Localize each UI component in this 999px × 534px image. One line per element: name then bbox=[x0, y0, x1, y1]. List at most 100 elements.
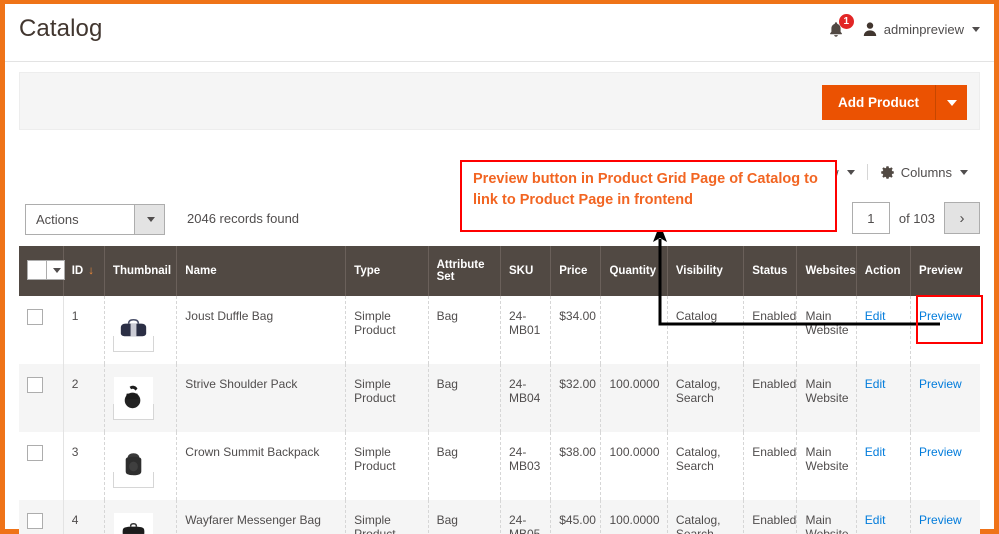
cell-quantity: 100.0000 bbox=[600, 432, 668, 500]
gear-icon bbox=[880, 165, 895, 180]
table-row: 1 Joust Duffle Bag Simple Product Bag 24… bbox=[19, 296, 980, 364]
cell-price: $32.00 bbox=[550, 364, 602, 432]
column-header-websites[interactable]: Websites bbox=[796, 246, 857, 296]
table-row: 2 Strive Shoulder Pack Simple Product Ba… bbox=[19, 364, 980, 432]
cell-type: Simple Product bbox=[345, 364, 429, 432]
page-number-input[interactable] bbox=[851, 202, 890, 234]
cell-preview[interactable]: Preview bbox=[910, 364, 980, 432]
cell-visibility: Catalog, Search bbox=[667, 364, 745, 432]
cell-sku: 24-MB04 bbox=[500, 364, 552, 432]
chevron-down-icon bbox=[972, 26, 980, 32]
actions-dropdown[interactable]: Actions bbox=[25, 204, 165, 235]
row-checkbox[interactable] bbox=[27, 377, 43, 393]
column-header-quantity[interactable]: Quantity bbox=[600, 246, 668, 296]
edit-link[interactable]: Edit bbox=[865, 377, 886, 391]
column-header-id[interactable]: ID ↓ bbox=[63, 246, 105, 296]
cell-id: 2 bbox=[63, 364, 105, 432]
cell-name: Crown Summit Backpack bbox=[176, 432, 347, 500]
edit-link[interactable]: Edit bbox=[865, 445, 886, 459]
preview-link[interactable]: Preview bbox=[919, 513, 962, 527]
preview-link[interactable]: Preview bbox=[919, 377, 962, 391]
row-checkbox[interactable] bbox=[27, 513, 43, 529]
cell-visibility: Catalog, Search bbox=[667, 432, 745, 500]
columns-label: Columns bbox=[900, 164, 952, 180]
cell-visibility: Catalog bbox=[667, 296, 745, 364]
cell-thumbnail bbox=[104, 296, 178, 364]
column-header-checkbox[interactable] bbox=[19, 246, 65, 296]
column-header-type[interactable]: Type bbox=[345, 246, 429, 296]
select-all-checkbox[interactable] bbox=[28, 261, 46, 279]
preview-link[interactable]: Preview bbox=[919, 445, 962, 459]
cell-id: 3 bbox=[63, 432, 105, 500]
row-checkbox[interactable] bbox=[27, 309, 43, 325]
chevron-down-icon bbox=[846, 169, 855, 175]
column-header-thumbnail[interactable]: Thumbnail bbox=[104, 246, 178, 296]
column-header-status[interactable]: Status bbox=[743, 246, 798, 296]
chevron-down-icon bbox=[946, 99, 957, 106]
user-name-label: adminpreview bbox=[883, 21, 964, 37]
row-checkbox-cell[interactable] bbox=[19, 432, 64, 500]
cell-action[interactable]: Edit bbox=[856, 296, 912, 364]
column-header-price[interactable]: Price bbox=[550, 246, 602, 296]
cell-status: Enabled bbox=[743, 296, 798, 364]
actions-dropdown-toggle[interactable] bbox=[134, 205, 164, 234]
cell-websites: Main Website bbox=[796, 432, 857, 500]
cell-preview[interactable]: Preview bbox=[910, 432, 980, 500]
select-all-toggle[interactable] bbox=[46, 261, 64, 279]
edit-link[interactable]: Edit bbox=[865, 513, 886, 527]
cell-preview[interactable]: Preview bbox=[910, 500, 980, 534]
select-all-dropdown[interactable] bbox=[27, 260, 65, 280]
cell-websites: Main Website bbox=[796, 296, 857, 364]
add-product-dropdown-toggle[interactable] bbox=[936, 85, 967, 120]
cell-action[interactable]: Edit bbox=[856, 432, 912, 500]
row-checkbox[interactable] bbox=[27, 445, 43, 461]
user-menu[interactable]: adminpreview bbox=[862, 21, 980, 37]
cell-sku: 24-MB05 bbox=[500, 500, 552, 534]
column-header-preview[interactable]: Preview bbox=[910, 246, 980, 296]
cell-thumbnail bbox=[104, 364, 178, 432]
cell-quantity: 100.0000 bbox=[600, 364, 668, 432]
cell-name: Strive Shoulder Pack bbox=[176, 364, 347, 432]
cell-id: 1 bbox=[63, 296, 105, 364]
column-header-action[interactable]: Action bbox=[856, 246, 912, 296]
annotation-callout: Preview button in Product Grid Page of C… bbox=[460, 160, 837, 232]
column-header-visibility[interactable]: Visibility bbox=[667, 246, 745, 296]
page-actions-bar: Add Product bbox=[19, 72, 980, 130]
notifications-button[interactable]: 1 bbox=[826, 14, 854, 40]
edit-link[interactable]: Edit bbox=[865, 309, 886, 323]
sort-descending-icon: ↓ bbox=[88, 265, 94, 277]
user-avatar-icon bbox=[862, 21, 878, 37]
total-pages-label: of 103 bbox=[898, 210, 935, 226]
cell-status: Enabled bbox=[743, 432, 798, 500]
records-found-label: 2046 records found bbox=[187, 211, 300, 226]
row-checkbox-cell[interactable] bbox=[19, 296, 64, 364]
columns-dropdown[interactable]: Columns bbox=[868, 165, 980, 180]
cell-type: Simple Product bbox=[345, 432, 429, 500]
notification-count-badge: 1 bbox=[838, 14, 854, 29]
admin-header: Catalog 1 adminpreview bbox=[5, 4, 994, 62]
table-body: 1 Joust Duffle Bag Simple Product Bag 24… bbox=[19, 296, 980, 534]
chevron-down-icon bbox=[146, 217, 155, 222]
column-header-sku[interactable]: SKU bbox=[500, 246, 552, 296]
cell-action[interactable]: Edit bbox=[856, 500, 912, 534]
preview-highlight-box bbox=[916, 295, 983, 344]
cell-websites: Main Website bbox=[796, 500, 857, 534]
pagination: of 103 › bbox=[851, 202, 980, 234]
next-page-button[interactable]: › bbox=[944, 202, 980, 234]
cell-action[interactable]: Edit bbox=[856, 364, 912, 432]
table-row: 3 Crown Summit Backpack Simple Product B… bbox=[19, 432, 980, 500]
cell-quantity: 100.0000 bbox=[600, 500, 668, 534]
row-checkbox-cell[interactable] bbox=[19, 500, 64, 534]
add-product-button[interactable]: Add Product bbox=[822, 85, 936, 120]
cell-thumbnail bbox=[104, 432, 178, 500]
column-header-name[interactable]: Name bbox=[176, 246, 347, 296]
cell-id: 4 bbox=[63, 500, 105, 534]
row-checkbox-cell[interactable] bbox=[19, 364, 64, 432]
cell-attribute-set: Bag bbox=[428, 296, 501, 364]
column-header-attribute-set[interactable]: Attribute Set bbox=[428, 246, 501, 296]
add-product-split-button[interactable]: Add Product bbox=[822, 85, 967, 120]
admin-page: Catalog 1 adminpreview Add Product Colum… bbox=[0, 0, 999, 534]
shoulder-pack-thumbnail bbox=[112, 377, 154, 420]
chevron-down-icon bbox=[52, 267, 61, 273]
cell-sku: 24-MB03 bbox=[500, 432, 552, 500]
